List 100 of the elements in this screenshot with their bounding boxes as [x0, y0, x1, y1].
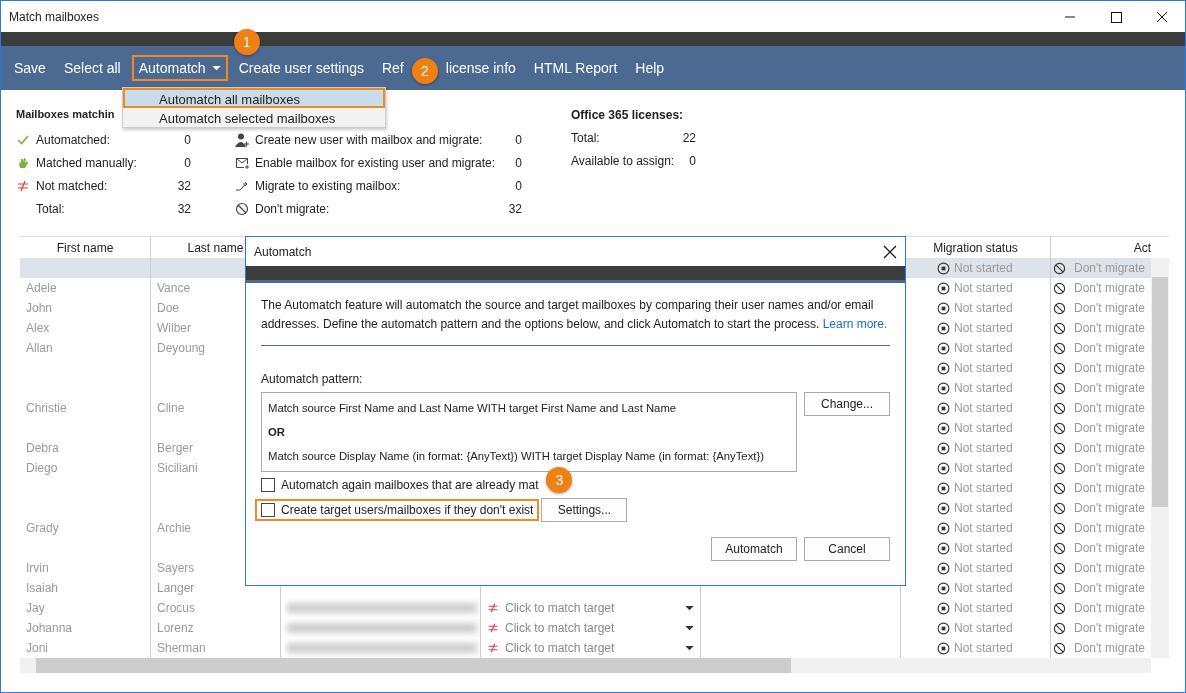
caret-icon[interactable] — [685, 645, 694, 651]
dialog-button[interactable]: Automatch — [711, 537, 797, 561]
table-cell: Not started — [954, 521, 1013, 535]
table-cell: Not started — [954, 361, 1013, 375]
table-cell: Not started — [954, 541, 1013, 555]
table-cell: Not started — [954, 381, 1013, 395]
table-cell: Langer — [157, 581, 195, 595]
table-cell: Don't migrate — [1074, 361, 1145, 375]
table-cell: Sherman — [157, 641, 206, 655]
table-cell: Don't migrate — [1074, 501, 1145, 515]
stop-circle-icon — [937, 281, 950, 295]
dialog-button[interactable]: Cancel — [804, 537, 890, 561]
menu-option[interactable]: Automatch selected mailboxes — [123, 108, 385, 127]
table-cell: Don't migrate — [1074, 541, 1145, 555]
target-dropdown[interactable]: Click to match target — [505, 601, 679, 615]
horizontal-scrollbar[interactable] — [20, 658, 1151, 673]
table-cell: Not started — [954, 641, 1013, 655]
table-cell: Crocus — [157, 601, 195, 615]
stop-circle-icon — [937, 381, 950, 395]
stop-circle-icon — [937, 321, 950, 335]
ban-icon — [1053, 301, 1066, 315]
table-row[interactable]: Johanna Lorenz Click to match target Not started Don't migrate — [20, 618, 1151, 638]
not-equal-icon — [487, 602, 499, 614]
table-cell: Siciliani — [157, 461, 198, 475]
pattern-text: Match source First Name and Last Name WITH target First Name and Last Name — [268, 402, 678, 414]
change-button[interactable]: Change... — [804, 392, 890, 416]
table-cell: Not started — [954, 621, 1013, 635]
ban-icon — [1053, 601, 1066, 615]
table-cell: Christie — [26, 401, 67, 415]
table-cell: Joni — [26, 641, 48, 655]
table-cell: Don't migrate — [1074, 281, 1145, 295]
menu-item[interactable]: Save — [7, 55, 53, 81]
table-cell: Don't migrate — [1074, 641, 1145, 655]
table-cell: Deyoung — [157, 341, 206, 355]
ban-icon — [1053, 641, 1066, 655]
stat-label: Migrate to existing mailbox: — [255, 178, 402, 193]
stop-circle-icon — [937, 361, 950, 375]
table-cell: Sayers — [157, 561, 195, 575]
ban-icon — [1053, 421, 1066, 435]
checkbox[interactable] — [261, 477, 275, 492]
checkbox-option[interactable]: Create target users/mailboxes if they don't exist — [255, 498, 540, 521]
table-cell: Not started — [954, 461, 1013, 475]
stat-value: 0 — [515, 132, 522, 147]
table-cell: Don't migrate — [1074, 421, 1145, 435]
caret-icon[interactable] — [685, 625, 694, 631]
ban-icon — [1053, 441, 1066, 455]
menu-item[interactable]: HTML Report — [526, 55, 625, 81]
table-cell: Don't migrate — [1074, 321, 1145, 335]
table-cell: Not started — [954, 341, 1013, 355]
menu-option[interactable]: Automatch all mailboxes — [123, 88, 385, 108]
target-dropdown[interactable]: Click to match target — [505, 621, 679, 635]
table-cell: Berger — [157, 441, 194, 455]
section-heading: Mailboxes matchin — [16, 108, 115, 122]
stop-circle-icon — [937, 501, 950, 515]
stat-value: 32 — [508, 201, 522, 216]
table-cell: Don't migrate — [1074, 581, 1145, 595]
checkbox-option[interactable]: Automatch again mailboxes that are already mat — [255, 473, 545, 496]
table-cell: Not started — [954, 261, 1013, 275]
stat-label: Enable mailbox for existing user and migrate: — [255, 155, 497, 170]
menu-item[interactable]: Select all — [56, 55, 128, 81]
menu-item[interactable]: Automatch — [131, 55, 228, 81]
stop-circle-icon — [937, 581, 950, 595]
table-cell: Irvin — [26, 561, 49, 575]
stop-circle-icon — [937, 401, 950, 415]
ban-icon — [1053, 541, 1066, 555]
table-cell: Don't migrate — [1074, 261, 1145, 275]
table-cell: Don't migrate — [1074, 461, 1145, 475]
close-icon[interactable] — [883, 244, 897, 259]
table-cell: Not started — [954, 401, 1013, 415]
menu-item[interactable]: Help — [628, 55, 672, 81]
table-cell: Diego — [26, 461, 58, 475]
vertical-scrollbar[interactable] — [1151, 258, 1169, 658]
menu-item[interactable]: Ref 2 license info — [374, 50, 523, 86]
table-cell: Lorenz — [157, 621, 194, 635]
menu-item[interactable]: Create user settings — [231, 55, 371, 81]
table-cell: Don't migrate — [1074, 341, 1145, 355]
ban-icon — [1053, 481, 1066, 495]
stat-label: Automatched: — [36, 132, 112, 147]
table-cell: Wilber — [157, 321, 191, 335]
ban-icon — [235, 201, 249, 216]
checkbox[interactable] — [261, 502, 275, 517]
stop-circle-icon — [937, 341, 950, 355]
scrollbar-thumb[interactable] — [1152, 277, 1168, 507]
column-header[interactable]: Act — [1051, 237, 1151, 258]
stat-label: Total: — [36, 201, 66, 216]
settings-button[interactable]: Settings... — [541, 497, 628, 522]
ban-icon — [1053, 401, 1066, 415]
target-dropdown[interactable]: Click to match target — [505, 641, 679, 655]
callout-badge: 1 — [233, 29, 260, 55]
caret-icon[interactable] — [685, 605, 694, 611]
learn-more-link[interactable]: Learn more. — [822, 317, 888, 331]
stat-value: 32 — [177, 201, 191, 216]
table-cell: Cline — [157, 401, 185, 415]
scrollbar-thumb[interactable] — [36, 658, 791, 673]
table-cell: Not started — [954, 281, 1013, 295]
table-cell: Don't migrate — [1074, 561, 1145, 575]
stat-value: 0 — [515, 178, 522, 193]
table-row[interactable]: Jay Crocus Click to match target Not started Don't migrate — [20, 598, 1151, 618]
not-equal-icon — [487, 622, 499, 634]
stop-circle-icon — [937, 641, 950, 655]
